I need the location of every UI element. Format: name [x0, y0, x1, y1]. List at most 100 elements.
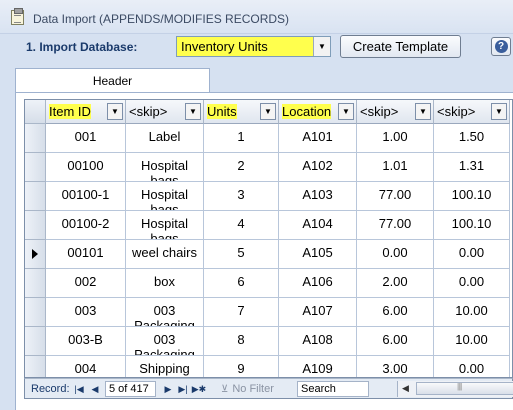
table-cell[interactable]: Shipping [126, 356, 204, 377]
table-cell[interactable]: 2 [204, 153, 279, 182]
column-header[interactable]: <skip> ▼ [434, 100, 510, 124]
table-cell[interactable]: 8 [204, 327, 279, 356]
chevron-down-icon[interactable]: ▼ [338, 103, 354, 120]
table-cell[interactable]: Hospital bags [126, 182, 204, 211]
table-cell[interactable]: 1.31 [434, 153, 510, 182]
record-selector[interactable] [25, 356, 46, 377]
record-selector[interactable] [25, 269, 46, 298]
search-input[interactable]: Search [297, 381, 369, 397]
first-record-icon[interactable]: |◀ [73, 382, 85, 396]
table-cell[interactable]: 5 [204, 240, 279, 269]
chevron-down-icon[interactable]: ▼ [107, 103, 123, 120]
table-cell[interactable]: 1.00 [357, 124, 434, 153]
record-selector[interactable] [25, 182, 46, 211]
chevron-down-icon[interactable]: ▼ [260, 103, 276, 120]
table-cell[interactable]: 3 [204, 182, 279, 211]
column-header-label: Item ID [49, 104, 91, 119]
table-cell[interactable]: 00101 [46, 240, 126, 269]
record-selector[interactable] [25, 298, 46, 327]
no-filter-icon: ⊻ [221, 383, 229, 395]
last-record-icon[interactable]: ▶| [177, 382, 189, 396]
table-cell[interactable]: 77.00 [357, 211, 434, 240]
column-header-label: Location [282, 104, 332, 119]
chevron-down-icon[interactable]: ▼ [491, 103, 507, 120]
table-cell[interactable]: 6.00 [357, 298, 434, 327]
table-cell[interactable]: 004 [46, 356, 126, 377]
import-database-value[interactable]: Inventory Units [177, 37, 313, 56]
table-cell[interactable]: A101 [279, 124, 357, 153]
table-cell[interactable]: 3.00 [357, 356, 434, 377]
table-cell[interactable]: 4 [204, 211, 279, 240]
table-cell[interactable]: A103 [279, 182, 357, 211]
table-cell[interactable]: 6 [204, 269, 279, 298]
record-selector[interactable] [25, 240, 46, 269]
table-cell[interactable]: 003-B [46, 327, 126, 356]
column-header[interactable]: Item ID ▼ [46, 100, 126, 124]
column-header[interactable]: Location ▼ [279, 100, 357, 124]
table-cell[interactable]: A107 [279, 298, 357, 327]
table-cell[interactable]: 0.00 [357, 240, 434, 269]
table-cell[interactable]: 001 [46, 124, 126, 153]
table-cell[interactable]: 003 [46, 298, 126, 327]
chevron-down-icon[interactable]: ▼ [313, 37, 330, 56]
column-header-label: <skip> [437, 104, 476, 119]
column-header[interactable]: <skip> ▼ [357, 100, 434, 124]
table-cell[interactable]: 0.00 [434, 240, 510, 269]
table-cell[interactable]: 003 Packaging [126, 298, 204, 327]
table-cell[interactable]: weel chairs [126, 240, 204, 269]
help-button[interactable]: ? [491, 37, 511, 56]
table-cell[interactable]: 6.00 [357, 327, 434, 356]
table-cell[interactable]: 100.10 [434, 182, 510, 211]
table-cell[interactable]: 9 [204, 356, 279, 377]
new-record-icon[interactable]: ▶✱ [192, 382, 206, 396]
table-cell[interactable]: 7 [204, 298, 279, 327]
select-all-corner[interactable] [25, 100, 46, 124]
create-template-button[interactable]: Create Template [340, 35, 461, 58]
table-cell[interactable]: 1 [204, 124, 279, 153]
next-record-icon[interactable]: ▶ [162, 382, 174, 396]
table-cell[interactable]: 0.00 [434, 269, 510, 298]
record-navigation-bar: Record: |◀ ◀ 5 of 417 ▶ ▶| ▶✱ ⊻ No Filte… [24, 378, 513, 399]
table-cell[interactable]: 003 Packaging [126, 327, 204, 356]
import-database-combo[interactable]: Inventory Units ▼ [176, 36, 331, 57]
title-bar: Data Import (APPENDS/MODIFIES RECORDS) [0, 0, 513, 34]
table-cell[interactable]: A102 [279, 153, 357, 182]
table-cell[interactable]: 10.00 [434, 298, 510, 327]
table-cell[interactable]: 00100-1 [46, 182, 126, 211]
table-cell[interactable]: A105 [279, 240, 357, 269]
column-header[interactable]: Units ▼ [204, 100, 279, 124]
record-selector[interactable] [25, 124, 46, 153]
scroll-left-icon[interactable]: ◀ [402, 383, 409, 394]
chevron-down-icon[interactable]: ▼ [185, 103, 201, 120]
record-selector[interactable] [25, 327, 46, 356]
scrollbar-thumb[interactable] [416, 382, 513, 395]
table-cell[interactable]: box [126, 269, 204, 298]
table-cell[interactable]: Label [126, 124, 204, 153]
column-header[interactable]: <skip> ▼ [126, 100, 204, 124]
table-cell[interactable]: Hospital bags [126, 211, 204, 240]
record-selector[interactable] [25, 211, 46, 240]
column-header-label: <skip> [129, 104, 168, 119]
table-cell[interactable]: 1.01 [357, 153, 434, 182]
table-cell[interactable]: A109 [279, 356, 357, 377]
table-cell[interactable]: A104 [279, 211, 357, 240]
table-cell[interactable]: A106 [279, 269, 357, 298]
tab-header[interactable]: Header [15, 68, 210, 93]
table-cell[interactable]: 00100-2 [46, 211, 126, 240]
table-cell[interactable]: Hospital bags [126, 153, 204, 182]
table-cell[interactable]: 0.00 [434, 356, 510, 377]
previous-record-icon[interactable]: ◀ [89, 382, 101, 396]
table-cell[interactable]: 2.00 [357, 269, 434, 298]
table-cell[interactable]: 1.50 [434, 124, 510, 153]
record-position-input[interactable]: 5 of 417 [105, 381, 156, 397]
filter-toggle[interactable]: ⊻ No Filter [215, 381, 295, 397]
horizontal-scrollbar[interactable]: ◀ [397, 381, 513, 397]
table-cell[interactable]: 77.00 [357, 182, 434, 211]
table-cell[interactable]: 00100 [46, 153, 126, 182]
record-selector[interactable] [25, 153, 46, 182]
table-cell[interactable]: A108 [279, 327, 357, 356]
table-cell[interactable]: 002 [46, 269, 126, 298]
table-cell[interactable]: 10.00 [434, 327, 510, 356]
chevron-down-icon[interactable]: ▼ [415, 103, 431, 120]
table-cell[interactable]: 100.10 [434, 211, 510, 240]
